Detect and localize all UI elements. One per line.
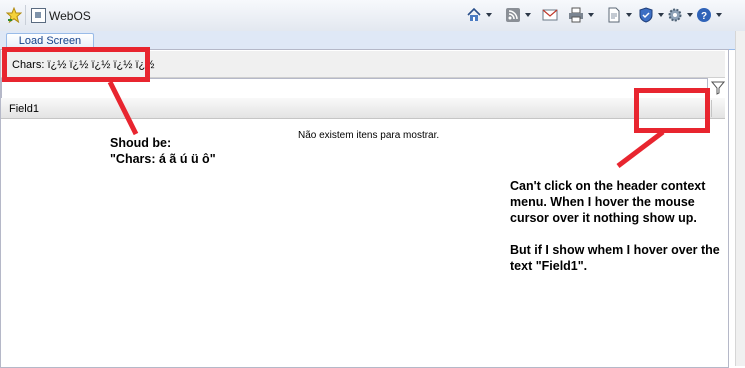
page-menu-button[interactable]: [606, 6, 632, 24]
browser-tab-title[interactable]: WebOS: [49, 9, 91, 23]
home-button[interactable]: [466, 6, 492, 24]
svg-text:?: ?: [701, 11, 707, 22]
help-button[interactable]: ?: [696, 6, 722, 24]
browser-command-bar: [0, 0, 745, 32]
grid-empty-text: Não existem itens para mostrar.: [298, 130, 440, 141]
rss-feed-icon: [506, 8, 520, 22]
mail-button[interactable]: [542, 6, 558, 24]
chevron-down-icon[interactable]: [588, 13, 594, 17]
note-line: But if I show whem I hover over the: [510, 243, 720, 257]
print-button[interactable]: [568, 6, 594, 24]
home-icon: [467, 7, 481, 21]
tools-button[interactable]: [667, 6, 693, 24]
filter-funnel-icon[interactable]: [711, 81, 725, 95]
chevron-down-icon[interactable]: [525, 13, 531, 17]
page-tab-icon: [31, 8, 46, 23]
annotation-note-header: Can't click on the header context menu. …: [510, 178, 720, 274]
note-line: "Chars: á ã ú ü ô": [110, 152, 216, 166]
feeds-button[interactable]: [505, 6, 531, 24]
note-line: text "Field1".: [510, 259, 588, 273]
highlight-box-chars: [2, 47, 150, 82]
chevron-down-icon[interactable]: [716, 13, 722, 17]
favorites-star-icon[interactable]: [6, 7, 22, 23]
annotation-note-chars: Shoud be: "Chars: á ã ú ü ô": [110, 135, 216, 167]
mail-icon: [542, 9, 558, 21]
print-icon: [569, 7, 583, 23]
column-header-field1[interactable]: Field1: [9, 103, 39, 115]
column-divider: [711, 100, 712, 117]
vertical-scrollbar[interactable]: [735, 31, 745, 366]
chevron-down-icon[interactable]: [687, 13, 693, 17]
note-line: Shoud be:: [110, 136, 172, 150]
note-line: cursor over it nothing show up.: [510, 211, 697, 225]
highlight-box-header-menu: [634, 88, 710, 133]
note-line: Can't click on the header context: [510, 179, 706, 193]
safety-shield-icon: [639, 7, 653, 23]
page-menu-icon: [608, 7, 620, 23]
chevron-down-icon[interactable]: [658, 13, 664, 17]
grid-header: [1, 98, 725, 119]
chevron-down-icon[interactable]: [626, 13, 632, 17]
note-line: [510, 226, 720, 242]
chevron-down-icon[interactable]: [486, 13, 492, 17]
toolbar-separator: [25, 5, 26, 25]
tools-gear-icon: [668, 8, 682, 22]
safety-button[interactable]: [638, 6, 664, 24]
help-icon: ?: [697, 8, 711, 22]
note-line: menu. When I hover the mouse: [510, 195, 695, 209]
